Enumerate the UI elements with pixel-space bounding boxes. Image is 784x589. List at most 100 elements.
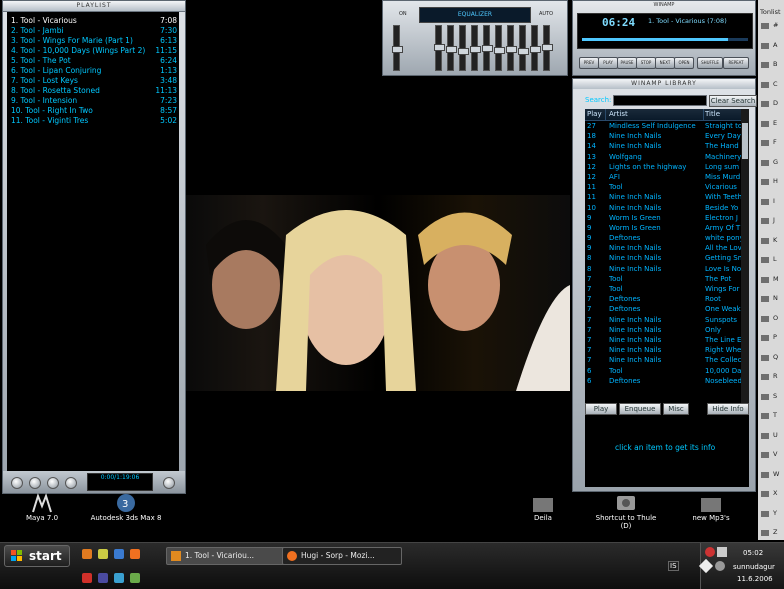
sidebar-item-x[interactable]: X <box>761 488 783 500</box>
sidebar-item-u[interactable]: U <box>761 430 783 442</box>
table-row[interactable]: 7 Nine Inch Nails Only <box>585 325 741 335</box>
scrollbar-thumb[interactable] <box>742 123 748 159</box>
sidebar-item-z[interactable]: Z <box>761 527 783 539</box>
clear-search-button[interactable]: Clear Search <box>709 95 757 107</box>
sidebar-item-b[interactable]: B <box>761 59 783 71</box>
tray-icon[interactable] <box>717 547 727 557</box>
table-row[interactable]: 7 Nine Inch Nails Sunspots <box>585 315 741 325</box>
eq-band-slider[interactable] <box>458 25 469 71</box>
taskbar-task-winamp[interactable]: 1. Tool - Vicariou... <box>166 547 288 565</box>
sidebar-item-i[interactable]: I <box>761 196 783 208</box>
playlist-item[interactable]: 9. Tool - Intension 7:23 <box>11 96 177 105</box>
player-titlebar[interactable]: WINAMP <box>573 1 755 10</box>
prev-button[interactable]: PREV <box>579 57 599 69</box>
desktop-icon-new-mp3s[interactable]: new Mp3's <box>690 492 732 522</box>
table-row[interactable]: 11 Tool Vicarious <box>585 182 741 192</box>
next-button[interactable]: NEXT <box>655 57 675 69</box>
sidebar-item-v[interactable]: V <box>761 449 783 461</box>
desktop-icon-maya[interactable]: Maya 7.0 <box>22 492 62 522</box>
tray-icon[interactable] <box>715 561 725 571</box>
table-row[interactable]: 7 Tool Wings For <box>585 284 741 294</box>
desktop-icon-deila[interactable]: Deila <box>528 492 558 522</box>
column-title[interactable]: Title <box>705 109 741 120</box>
enqueue-button[interactable]: Enqueue <box>619 403 661 415</box>
sidebar-item-s[interactable]: S <box>761 391 783 403</box>
repeat-button[interactable]: REPEAT <box>723 57 749 69</box>
select-button[interactable] <box>47 477 59 489</box>
playlist-item[interactable]: 7. Tool - Lost Keys 3:48 <box>11 76 177 85</box>
quicklaunch-icon[interactable] <box>114 549 124 559</box>
sidebar-item-n[interactable]: N <box>761 293 783 305</box>
desktop-icon-3dsmax[interactable]: 3 Autodesk 3ds Max 8 <box>90 492 162 522</box>
table-row[interactable]: 9 Nine Inch Nails All the Lov <box>585 243 741 253</box>
play-button[interactable]: Play <box>585 403 617 415</box>
language-indicator[interactable]: IS <box>668 561 679 571</box>
eq-band-slider[interactable] <box>530 25 541 71</box>
table-row[interactable]: 9 Worm Is Green Electron J <box>585 213 741 223</box>
table-row[interactable]: 7 Nine Inch Nails The Collec <box>585 355 741 365</box>
misc-button[interactable]: Misc <box>663 403 689 415</box>
table-row[interactable]: 10 Nine Inch Nails Beside Yo <box>585 203 741 213</box>
seek-bar[interactable] <box>582 38 748 41</box>
table-row[interactable]: 14 Nine Inch Nails The Hand <box>585 141 741 151</box>
sidebar-item-l[interactable]: L <box>761 254 783 266</box>
table-row[interactable]: 7 Nine Inch Nails The Line E <box>585 335 741 345</box>
sidebar-item-a[interactable]: A <box>761 40 783 52</box>
library-titlebar[interactable]: WINAMP LIBRARY <box>573 79 755 89</box>
table-row[interactable]: 8 Nine Inch Nails Getting Sm <box>585 253 741 263</box>
sidebar-item-k[interactable]: K <box>761 235 783 247</box>
playlist-item[interactable]: 4. Tool - 10,000 Days (Wings Part 2) 11:1… <box>11 46 177 55</box>
sidebar-item-j[interactable]: J <box>761 215 783 227</box>
firefox-icon[interactable] <box>130 549 140 559</box>
eq-band-slider[interactable] <box>518 25 529 71</box>
playlist-item[interactable]: 10. Tool - Right In Two 8:57 <box>11 106 177 115</box>
table-row[interactable]: 18 Nine Inch Nails Every Day <box>585 131 741 141</box>
sidebar-item-d[interactable]: D <box>761 98 783 110</box>
sidebar-item-hash[interactable]: # <box>761 20 783 32</box>
tray-icon[interactable] <box>698 558 714 574</box>
table-row[interactable]: 13 Wolfgang Machinery <box>585 152 741 162</box>
search-input[interactable] <box>613 95 707 106</box>
hide-info-button[interactable]: Hide Info <box>707 403 749 415</box>
table-row[interactable]: 9 Worm Is Green Army Of T <box>585 223 741 233</box>
table-row[interactable]: 7 Deftones Root <box>585 294 741 304</box>
start-button[interactable]: start <box>4 545 70 567</box>
eq-auto-toggle[interactable]: AUTO <box>539 11 553 17</box>
quicklaunch-icon[interactable] <box>98 573 108 583</box>
table-row[interactable]: 7 Deftones One Weak <box>585 304 741 314</box>
sidebar-item-h[interactable]: H <box>761 176 783 188</box>
list-options-button[interactable] <box>163 477 175 489</box>
quicklaunch-icon[interactable] <box>114 573 124 583</box>
taskbar-task-firefox[interactable]: Hugi - Sorp - Mozi... <box>282 547 402 565</box>
table-row[interactable]: 8 Nine Inch Nails Love Is No <box>585 264 741 274</box>
misc-button[interactable] <box>65 477 77 489</box>
playlist-item[interactable]: 11. Tool - Viginti Tres 5:02 <box>11 116 177 125</box>
eq-band-slider[interactable] <box>434 25 445 71</box>
sidebar-item-o[interactable]: O <box>761 313 783 325</box>
playlist-item[interactable]: 6. Tool - Lipan Conjuring 1:13 <box>11 66 177 75</box>
sidebar-item-f[interactable]: F <box>761 137 783 149</box>
quicklaunch-icon[interactable] <box>98 549 108 559</box>
play-button[interactable]: PLAY <box>598 57 618 69</box>
shuffle-button[interactable]: SHUFFLE <box>697 57 723 69</box>
clock-time[interactable]: 05:02 <box>743 549 763 557</box>
add-button[interactable] <box>11 477 23 489</box>
sidebar-item-p[interactable]: P <box>761 332 783 344</box>
playlist-item[interactable]: 1. Tool - Vicarious 7:08 <box>11 16 177 25</box>
sidebar-item-t[interactable]: T <box>761 410 783 422</box>
playlist-item[interactable]: 8. Tool - Rosetta Stoned 11:13 <box>11 86 177 95</box>
table-row[interactable]: 27 Mindless Self Indulgence Straight to <box>585 121 741 131</box>
pause-button[interactable]: PAUSE <box>617 57 637 69</box>
table-row[interactable]: 12 Lights on the highway Long sum <box>585 162 741 172</box>
playlist-item[interactable]: 3. Tool - Wings For Marie (Part 1) 6:13 <box>11 36 177 45</box>
sidebar-item-c[interactable]: C <box>761 79 783 91</box>
sidebar-item-r[interactable]: R <box>761 371 783 383</box>
table-row[interactable]: 6 Deftones Nosebleed <box>585 376 741 386</box>
eq-on-toggle[interactable]: ON <box>399 11 407 17</box>
table-row[interactable]: 6 Tool 10,000 Da <box>585 366 741 376</box>
table-row[interactable]: 7 Tool The Pot <box>585 274 741 284</box>
eq-band-slider[interactable] <box>542 25 553 71</box>
open-button[interactable]: OPEN <box>674 57 694 69</box>
sidebar-item-w[interactable]: W <box>761 469 783 481</box>
eq-band-slider[interactable] <box>506 25 517 71</box>
